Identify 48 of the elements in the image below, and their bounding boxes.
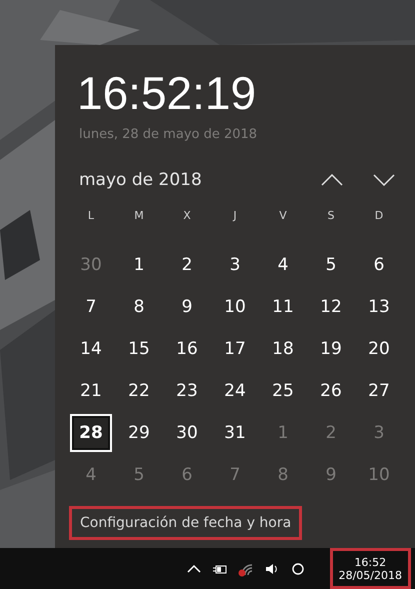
calendar-day[interactable]: 23 <box>163 370 211 412</box>
clock-date: 28/05/2018 <box>338 569 402 582</box>
month-title[interactable]: mayo de 2018 <box>79 170 299 190</box>
calendar-day[interactable]: 12 <box>307 286 355 328</box>
calendar-day[interactable]: 30 <box>163 412 211 454</box>
calendar-day[interactable]: 29 <box>115 412 163 454</box>
calendar-day[interactable]: 22 <box>115 370 163 412</box>
weekday-label: L <box>86 208 96 224</box>
taskbar-clock[interactable]: 16:52 28/05/2018 <box>330 548 411 589</box>
calendar-day[interactable]: 26 <box>307 370 355 412</box>
calendar-day[interactable]: 11 <box>259 286 307 328</box>
calendar-day[interactable]: 2 <box>163 244 211 286</box>
clock-time: 16:52 <box>354 556 386 569</box>
calendar-day[interactable]: 3 <box>211 244 259 286</box>
calendar-day[interactable]: 27 <box>355 370 403 412</box>
chevron-up-icon <box>321 174 343 186</box>
weekday-label: J <box>232 208 238 224</box>
weekday-label: S <box>326 208 336 224</box>
calendar-day[interactable]: 6 <box>355 244 403 286</box>
clock-time: 16:52:19 <box>76 67 258 119</box>
notification-icon[interactable] <box>290 560 306 576</box>
calendar-day[interactable]: 31 <box>211 412 259 454</box>
chevron-down-icon <box>373 174 395 186</box>
weekday-label: D <box>374 208 384 224</box>
date-time-settings-link[interactable]: Configuración de fecha y hora <box>69 506 302 540</box>
calendar-day[interactable]: 15 <box>115 328 163 370</box>
calendar-day[interactable]: 9 <box>163 286 211 328</box>
selected-day[interactable]: 28 <box>70 414 112 452</box>
weekday-label: X <box>182 208 192 224</box>
calendar-day[interactable]: 7 <box>67 286 115 328</box>
calendar-day[interactable]: 5 <box>307 244 355 286</box>
calendar-day[interactable]: 21 <box>67 370 115 412</box>
calendar-day[interactable]: 18 <box>259 328 307 370</box>
calendar-day[interactable]: 16 <box>163 328 211 370</box>
calendar-day[interactable]: 8 <box>115 286 163 328</box>
calendar-day[interactable]: 10 <box>211 286 259 328</box>
calendar-day[interactable]: 14 <box>67 328 115 370</box>
calendar-day[interactable]: 13 <box>355 286 403 328</box>
calendar-day[interactable]: 25 <box>259 370 307 412</box>
weekday-label: V <box>278 208 288 224</box>
calendar-day[interactable]: 4 <box>259 244 307 286</box>
calendar-day[interactable]: 1 <box>115 244 163 286</box>
calendar-day[interactable]: 20 <box>355 328 403 370</box>
calendar-day[interactable]: 19 <box>307 328 355 370</box>
calendar-day[interactable]: 17 <box>211 328 259 370</box>
calendar-day[interactable]: 24 <box>211 370 259 412</box>
weekday-label: M <box>133 208 145 224</box>
full-date: lunes, 28 de mayo de 2018 <box>78 126 258 142</box>
